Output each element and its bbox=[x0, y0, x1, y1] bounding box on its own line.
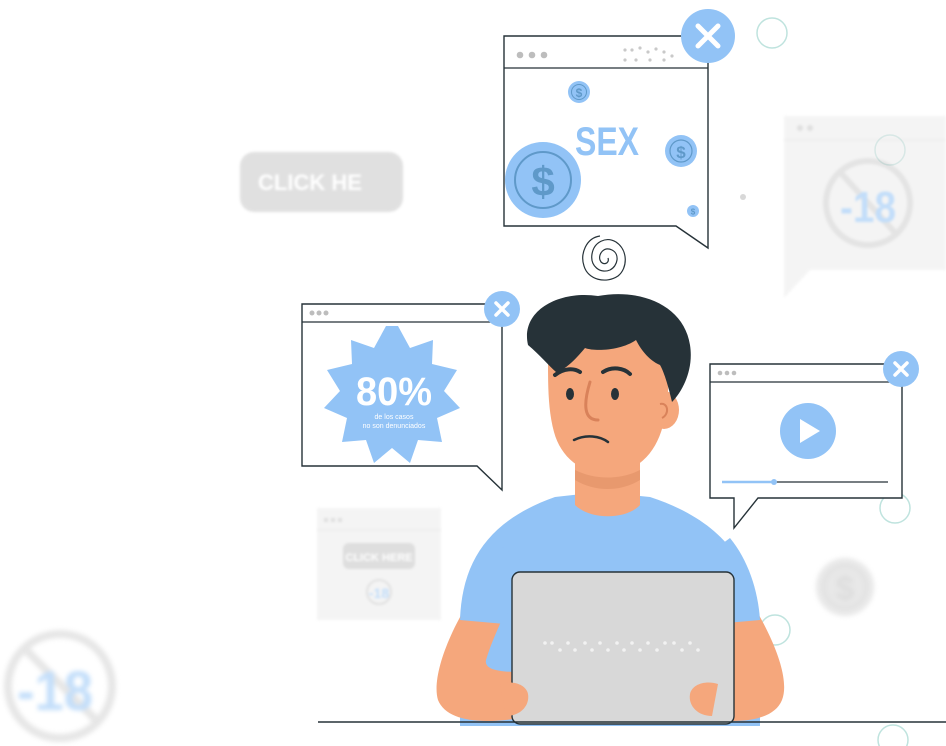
decorative-circle bbox=[756, 17, 788, 49]
dollar-coin-icon: $ bbox=[816, 558, 874, 616]
svg-text:$: $ bbox=[691, 208, 696, 217]
svg-text:-18: -18 bbox=[369, 585, 389, 601]
decorative-dot bbox=[740, 194, 746, 200]
close-icon[interactable] bbox=[883, 351, 919, 387]
small-click-here-popup: CLICK HERE -18 bbox=[317, 508, 441, 620]
sex-ad-popup: $ $ $ $ SEX bbox=[503, 35, 709, 250]
close-icon[interactable] bbox=[681, 9, 735, 63]
svg-text:$: $ bbox=[576, 86, 583, 100]
sex-ad-text: SEX bbox=[575, 120, 639, 164]
video-ad-popup bbox=[709, 363, 903, 530]
dollar-coin-icon: $ bbox=[687, 205, 699, 217]
statistic-ad-popup: 80% de los casos no son denunciados bbox=[301, 303, 503, 492]
discount-caption-line2: no son denunciados bbox=[363, 423, 426, 430]
decorative-circle bbox=[877, 724, 909, 746]
svg-text:CLICK HERE: CLICK HERE bbox=[345, 552, 412, 564]
svg-text:$: $ bbox=[531, 158, 554, 205]
svg-text:$: $ bbox=[836, 570, 855, 608]
discount-caption-line1: de los casos bbox=[375, 414, 414, 421]
dollar-coin-icon: $ bbox=[568, 81, 590, 103]
video-progress-handle[interactable] bbox=[771, 479, 777, 485]
discount-percent-text: 80% bbox=[356, 370, 432, 414]
dollar-coin-icon: $ bbox=[665, 135, 697, 167]
click-here-ad-label: CLICK HE bbox=[258, 170, 362, 195]
svg-text:-18: -18 bbox=[840, 183, 896, 232]
age-restricted-ad-popup: -18 bbox=[784, 116, 946, 298]
svg-text:-18: -18 bbox=[17, 659, 93, 722]
illustration-canvas: CLICK HE $ $ $ $ SEX -18 80% de los caso… bbox=[4, 9, 946, 746]
age-restricted-sign-icon: -18 bbox=[4, 630, 116, 742]
svg-text:$: $ bbox=[676, 143, 686, 162]
play-icon[interactable] bbox=[780, 403, 836, 459]
click-here-ad-button: CLICK HE bbox=[240, 152, 403, 212]
dollar-coin-large-icon: $ bbox=[505, 142, 581, 218]
confusion-swirl-icon bbox=[582, 235, 626, 281]
close-icon[interactable] bbox=[484, 291, 520, 327]
